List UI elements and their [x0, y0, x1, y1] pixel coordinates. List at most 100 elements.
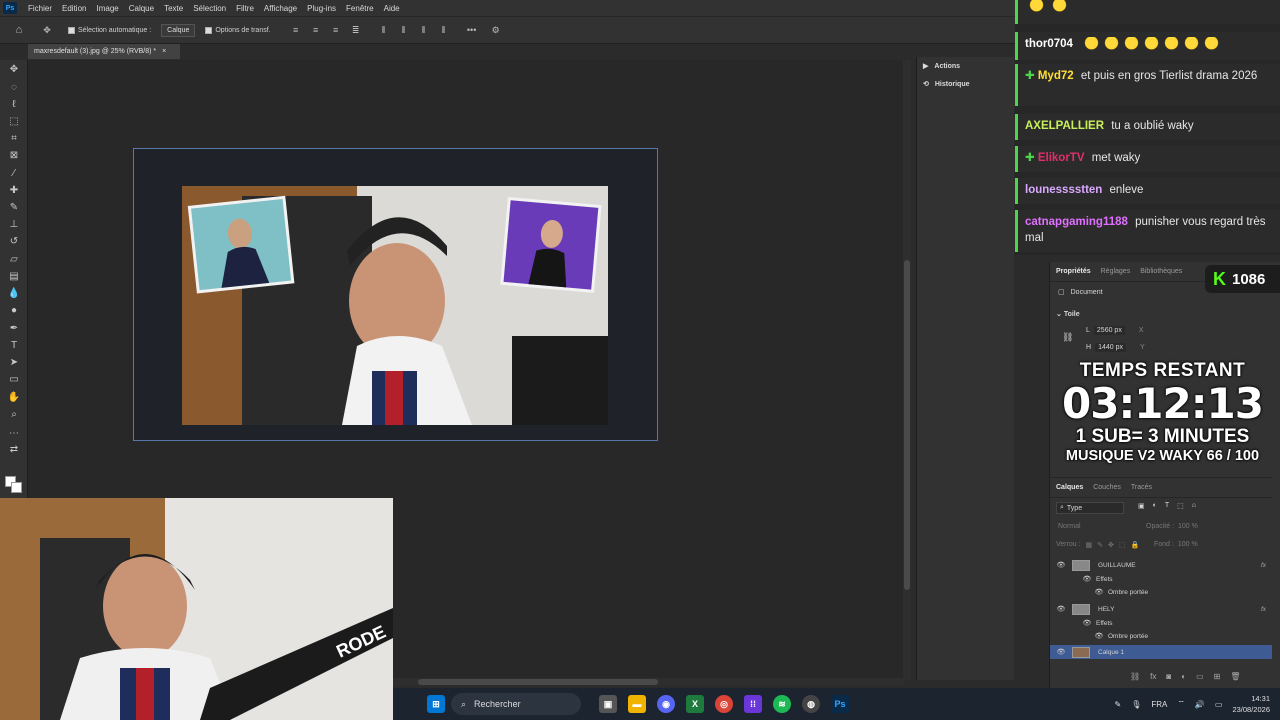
more-options-icon[interactable]: ••• — [465, 23, 479, 37]
layer-effects-row[interactable]: 👁 Effets — [1050, 572, 1272, 586]
pen-tool-icon[interactable]: ✒ — [7, 323, 21, 335]
menu-text[interactable]: Texte — [159, 4, 188, 13]
tab-layers[interactable]: Calques — [1056, 484, 1083, 491]
link-icon[interactable]: ⛓ — [1062, 332, 1073, 343]
path-select-tool-icon[interactable]: ➤ — [7, 357, 21, 369]
dodge-tool-icon[interactable]: ● — [7, 305, 21, 317]
eye-icon[interactable]: 👁 — [1094, 632, 1104, 640]
brush-tool-icon[interactable]: ✎ — [7, 202, 21, 214]
align-center-icon[interactable]: ≡ — [309, 23, 323, 37]
layer-row[interactable]: 👁 HELY fx — [1050, 602, 1272, 616]
distribute-vertical-icon[interactable]: ⫴ — [437, 23, 451, 37]
lock-artboard-icon[interactable]: ⬚ — [1119, 541, 1126, 549]
move-tool-icon[interactable]: ✥ — [40, 23, 54, 37]
crop-tool-icon[interactable]: ⌗ — [7, 133, 21, 145]
menu-help[interactable]: Aide — [379, 4, 405, 13]
discord-icon[interactable]: ◉ — [657, 695, 675, 713]
eyedropper-tool-icon[interactable]: ⁄ — [7, 168, 21, 180]
pixel-filter-icon[interactable]: ▣ — [1138, 502, 1145, 510]
layer-effect-row[interactable]: 👁 Ombre portée — [1050, 629, 1272, 643]
spotify-icon[interactable]: ≋ — [773, 695, 791, 713]
layer-row[interactable]: 👁 GUILLAUME fx — [1050, 558, 1272, 572]
chrome-icon[interactable]: ◎ — [715, 695, 733, 713]
text-filter-icon[interactable]: T — [1165, 502, 1169, 510]
adjustment-filter-icon[interactable]: ◐ — [1153, 502, 1157, 510]
file-explorer-icon[interactable]: ▬ — [628, 695, 646, 713]
thumbnail-image[interactable] — [182, 186, 608, 425]
frame-tool-icon[interactable]: ⊠ — [7, 150, 21, 162]
align-top-icon[interactable]: ⫴ — [377, 23, 391, 37]
actions-panel-button[interactable]: ▶ Actions — [917, 57, 1014, 75]
tab-properties[interactable]: Propriétés — [1056, 268, 1091, 275]
adjustment-layer-icon[interactable]: ◐ — [1181, 672, 1186, 681]
menu-file[interactable]: Fichier — [23, 4, 57, 13]
network-icon[interactable]: ⌔ — [1177, 699, 1185, 709]
tab-channels[interactable]: Couches — [1093, 484, 1121, 491]
eye-icon[interactable]: 👁 — [1082, 575, 1092, 583]
volume-icon[interactable]: 🔊 — [1195, 700, 1205, 709]
transform-controls-checkbox[interactable] — [205, 26, 213, 34]
blend-mode-dropdown[interactable]: Normal — [1058, 523, 1081, 530]
menu-layer[interactable]: Calque — [124, 4, 159, 13]
eye-icon[interactable]: 👁 — [1056, 605, 1066, 613]
gradient-tool-icon[interactable]: ▤ — [7, 271, 21, 283]
smart-object-filter-icon[interactable]: ⌂ — [1192, 502, 1196, 510]
eye-icon[interactable]: 👁 — [1094, 588, 1104, 596]
document-tab[interactable]: maxresdefault (3).jpg @ 25% (RVB/8) * × — [28, 44, 180, 59]
pen-icon[interactable]: ✎ — [1115, 700, 1122, 709]
align-middle-icon[interactable]: ⫴ — [397, 23, 411, 37]
text-tool-icon[interactable]: T — [7, 340, 21, 352]
hand-tool-icon[interactable]: ✋ — [7, 392, 21, 404]
swap-colors-icon[interactable]: ⇄ — [7, 444, 21, 456]
eraser-tool-icon[interactable]: ▱ — [7, 254, 21, 266]
history-panel-button[interactable]: ⟲ Historique — [917, 75, 1014, 93]
battery-icon[interactable]: ▭ — [1215, 700, 1223, 709]
lock-pixels-icon[interactable]: ▦ — [1086, 541, 1093, 549]
width-field[interactable]: 2560 px — [1093, 326, 1125, 335]
photoshop-taskbar-icon[interactable]: Ps — [831, 695, 849, 713]
move-tool-icon[interactable]: ✥ — [7, 64, 21, 76]
lasso-tool-icon[interactable]: ℓ — [7, 99, 21, 111]
menu-window[interactable]: Fenêtre — [341, 4, 379, 13]
shape-filter-icon[interactable]: ⬚ — [1177, 502, 1184, 510]
tab-paths[interactable]: Tracés — [1131, 484, 1152, 491]
add-style-icon[interactable]: fx — [1150, 672, 1156, 681]
fill-field[interactable]: 100 % — [1178, 541, 1198, 548]
zoom-tool-icon[interactable]: ⌕ — [7, 409, 21, 421]
gear-icon[interactable]: ⚙ — [489, 23, 503, 37]
eye-icon[interactable]: 👁 — [1056, 561, 1066, 569]
lock-position-icon[interactable]: ✥ — [1108, 541, 1114, 549]
microphone-icon[interactable]: 🎙 — [1131, 700, 1141, 709]
align-right-icon[interactable]: ≡ — [329, 23, 343, 37]
task-view-icon[interactable]: ▣ — [599, 695, 617, 713]
blur-tool-icon[interactable]: 💧 — [7, 288, 21, 300]
fx-icon[interactable]: fx — [1261, 606, 1266, 613]
more-tools-icon[interactable]: ⋯ — [7, 428, 21, 440]
add-mask-icon[interactable]: ◙ — [1166, 672, 1171, 681]
menu-plugins[interactable]: Plug-ins — [302, 4, 341, 13]
eye-icon[interactable]: 👁 — [1082, 619, 1092, 627]
vertical-scrollbar[interactable] — [903, 60, 911, 680]
stamp-tool-icon[interactable]: ⊥ — [7, 219, 21, 231]
history-brush-icon[interactable]: ↺ — [7, 236, 21, 248]
link-layers-icon[interactable]: ⛓ — [1130, 672, 1140, 681]
background-color-swatch[interactable] — [11, 482, 22, 493]
fx-icon[interactable]: fx — [1261, 562, 1266, 569]
menu-image[interactable]: Image — [91, 4, 123, 13]
layer-effect-row[interactable]: 👁 Ombre portée — [1050, 585, 1272, 599]
menu-selection[interactable]: Sélection — [188, 4, 231, 13]
lock-brush-icon[interactable]: ✎ — [1097, 541, 1103, 549]
auto-select-checkbox[interactable] — [68, 26, 75, 34]
layer-row-selected[interactable]: 👁 Calque 1 — [1050, 645, 1272, 659]
windows-start-icon[interactable]: ⊞ — [427, 695, 445, 713]
auto-select-target-dropdown[interactable]: Calque — [161, 23, 196, 37]
distribute-icon[interactable]: ≣ — [349, 23, 363, 37]
taskbar-search[interactable]: ⌕ Rechercher — [451, 693, 581, 715]
rectangle-tool-icon[interactable]: ▭ — [7, 374, 21, 386]
new-group-icon[interactable]: ▭ — [1196, 672, 1204, 681]
close-icon[interactable]: × — [162, 48, 166, 55]
align-left-icon[interactable]: ≡ — [289, 23, 303, 37]
tab-libraries[interactable]: Bibliothèques — [1140, 268, 1182, 275]
align-bottom-icon[interactable]: ⫴ — [417, 23, 431, 37]
layer-filter-dropdown[interactable]: ⌕ Type — [1056, 502, 1124, 514]
